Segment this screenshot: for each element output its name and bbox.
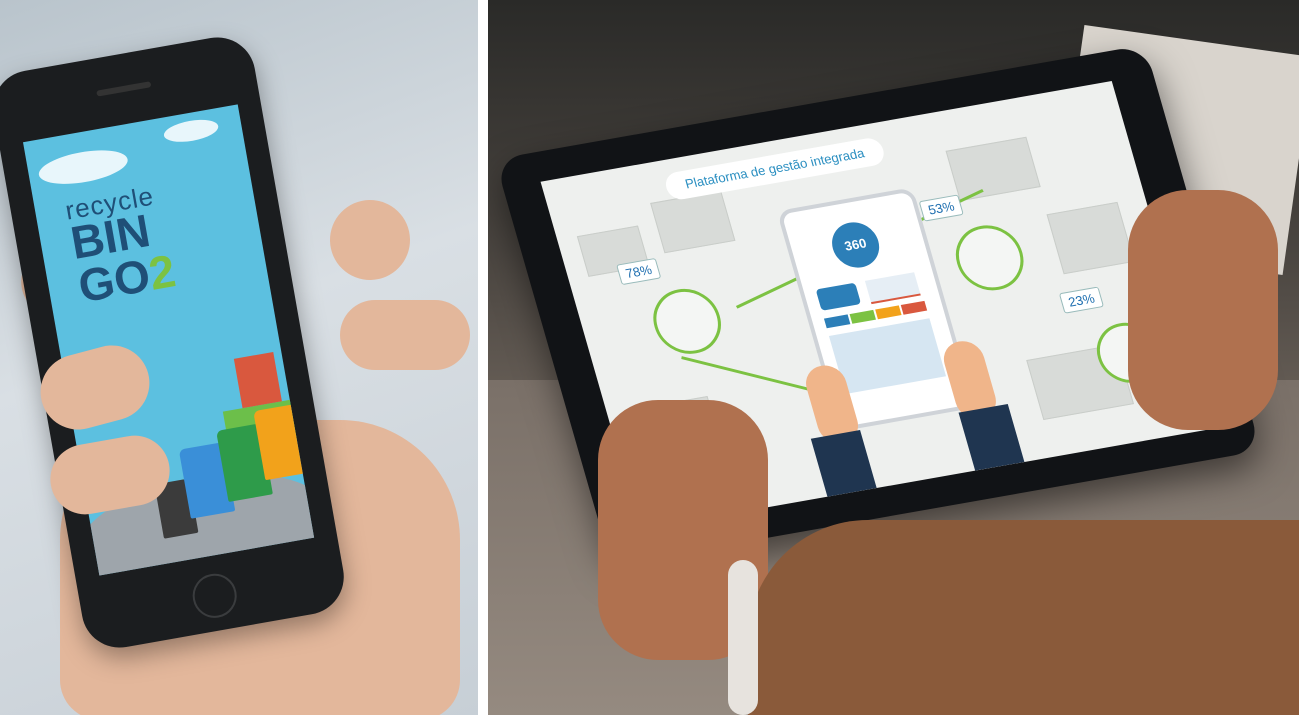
status-bar-blue (823, 314, 851, 329)
cloud-icon (36, 144, 131, 190)
city-block (1046, 201, 1135, 275)
bin-marker-icon[interactable] (948, 220, 1032, 296)
stat-label: 23% (1058, 286, 1105, 314)
tablet-photo-panel: Plataforma de gestão integrada 78% 53% 2… (488, 0, 1299, 715)
chart-icon (864, 272, 921, 305)
finger (323, 193, 417, 287)
illustrated-sleeve (958, 403, 1025, 471)
right-hand (1128, 190, 1278, 430)
phone-photo-panel: recycle BIN GO2 (0, 0, 478, 715)
stat-label: 53% (918, 194, 964, 222)
device-illustration: 360 (776, 187, 976, 432)
bin-marker-icon[interactable] (645, 283, 729, 360)
logo-360: 360 (826, 218, 885, 272)
finger (340, 300, 470, 370)
city-block (650, 190, 736, 254)
status-bar-red (900, 300, 928, 315)
cloud-icon (162, 116, 220, 146)
sweater-sleeve (748, 520, 1299, 715)
users-icon (815, 282, 862, 311)
status-bar-green (849, 309, 876, 324)
app-title-go: GO2 (74, 244, 179, 312)
status-bar-yellow (875, 305, 902, 320)
app-title-go-text: GO (74, 248, 154, 313)
screen-title: Plataforma de gestão integrada (662, 136, 888, 202)
home-button[interactable] (189, 570, 241, 622)
city-block (945, 136, 1041, 202)
house-icon (233, 351, 282, 409)
phone-speaker (96, 81, 152, 97)
smartphone: recycle BIN GO2 (0, 31, 350, 654)
illustrated-sleeve (810, 430, 877, 497)
bracelet (728, 560, 758, 715)
